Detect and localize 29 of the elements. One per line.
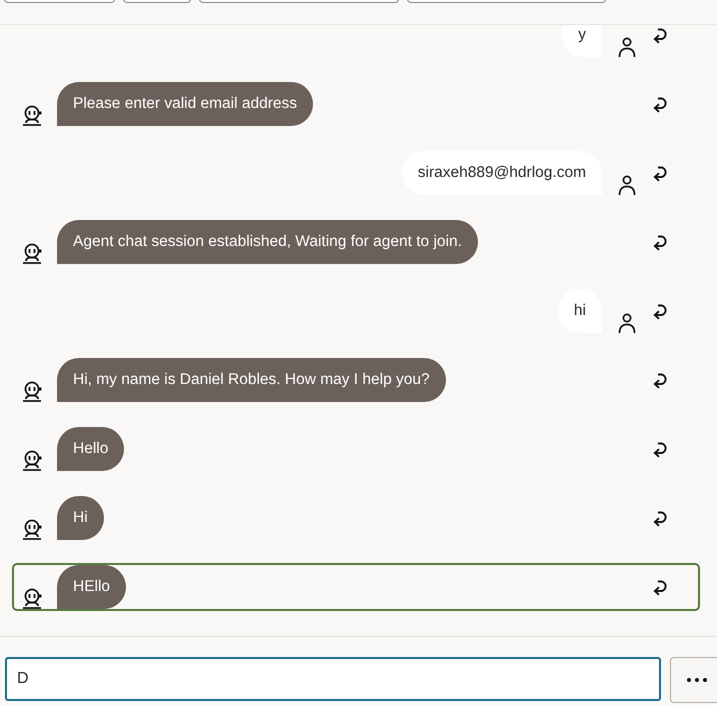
agent-message: Hi, my name is Daniel Robles. How may I help you?: [57, 358, 446, 402]
return-arrow-icon[interactable]: [653, 302, 668, 320]
agent-message: Hi: [57, 496, 104, 540]
person-icon: [618, 37, 636, 57]
agent-message: Agent chat session established, Waiting for agent to join.: [57, 220, 478, 264]
robot-icon: [22, 243, 44, 264]
robot-icon: [22, 519, 44, 540]
person-icon: [618, 313, 636, 333]
return-arrow-icon[interactable]: [653, 578, 668, 596]
robot-icon: [22, 450, 44, 471]
robot-icon: [22, 588, 44, 609]
message-input[interactable]: D: [5, 657, 661, 701]
robot-icon: [22, 381, 44, 402]
return-arrow-icon[interactable]: [653, 26, 668, 44]
return-arrow-icon[interactable]: [653, 96, 668, 112]
return-arrow-icon[interactable]: [653, 372, 668, 388]
more-icon: [687, 678, 707, 682]
user-message: siraxeh889@hdrlog.com: [402, 151, 602, 195]
robot-icon: [22, 105, 44, 126]
agent-message: Hello: [57, 427, 124, 471]
agent-message: Please enter valid email address: [57, 82, 314, 126]
return-arrow-icon[interactable]: [653, 510, 668, 526]
agent-message: HEllo: [57, 565, 126, 609]
return-arrow-icon[interactable]: [653, 164, 668, 182]
return-arrow-icon[interactable]: [653, 440, 668, 458]
return-arrow-icon[interactable]: [653, 234, 668, 250]
person-icon: [618, 175, 636, 195]
user-message: y: [562, 25, 602, 57]
user-message: hi: [558, 289, 602, 333]
